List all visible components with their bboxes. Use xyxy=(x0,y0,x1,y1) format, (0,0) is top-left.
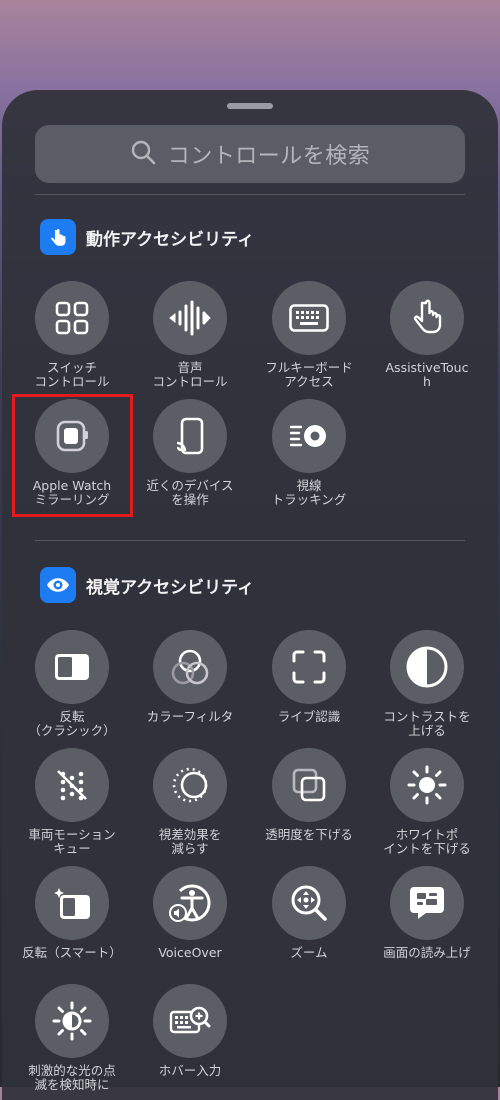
color-filter-icon xyxy=(153,630,227,704)
control-switch-control[interactable]: スイッチ コントロール xyxy=(13,281,131,393)
control-full-keyboard-access[interactable]: フルキーボード アクセス xyxy=(250,281,368,393)
speak-screen-icon xyxy=(390,866,464,940)
control-label: コントラストを 上げる xyxy=(383,709,471,738)
section-header-motor: 動作アクセシビリティ xyxy=(40,219,254,255)
control-reduce-motion[interactable]: 視差効果を 減らす xyxy=(131,748,249,860)
vehicle-motion-icon xyxy=(35,748,109,822)
keyboard-icon xyxy=(272,281,346,355)
section-title: 動作アクセシビリティ xyxy=(86,229,255,250)
control-voiceover[interactable]: VoiceOver xyxy=(131,866,249,978)
sheet-grabber[interactable] xyxy=(227,103,273,109)
section-divider xyxy=(35,540,465,541)
control-vehicle-motion-cues[interactable]: 車両モーション キュー xyxy=(13,748,131,860)
control-label: 透明度を下げる xyxy=(265,827,353,842)
control-label: 刺激的な光の点 滅を検知時に xyxy=(28,1063,116,1092)
selection-highlight xyxy=(12,394,133,517)
dim-flashing-icon xyxy=(35,984,109,1058)
divider xyxy=(35,194,465,195)
control-voice-control[interactable]: 音声 コントロール xyxy=(131,281,249,393)
control-label: 反転 （クラシック） xyxy=(28,709,116,738)
hover-typing-icon xyxy=(153,984,227,1058)
hand-tap-icon xyxy=(40,219,76,255)
invert-classic-icon xyxy=(35,630,109,704)
control-label: スイッチ コントロール xyxy=(34,360,110,389)
control-increase-contrast[interactable]: コントラストを 上げる xyxy=(368,630,486,742)
voiceover-icon xyxy=(153,866,227,940)
section-title: 視覚アクセシビリティ xyxy=(86,577,255,598)
control-reduce-transparency[interactable]: 透明度を下げる xyxy=(250,748,368,860)
waveform-icon xyxy=(153,281,227,355)
control-label: ズーム xyxy=(290,945,328,960)
control-hover-typing[interactable]: ホバー入力 xyxy=(131,984,249,1096)
zoom-icon xyxy=(272,866,346,940)
search-icon xyxy=(130,139,156,169)
reduce-transparency-icon xyxy=(272,748,346,822)
control-label: 視差効果を 減らす xyxy=(158,827,222,856)
invert-smart-icon xyxy=(35,866,109,940)
control-label: ホバー入力 xyxy=(158,1063,222,1078)
control-eye-tracking[interactable]: 視線 トラッキング xyxy=(250,399,368,511)
control-live-recognition[interactable]: ライブ認識 xyxy=(250,630,368,742)
contrast-icon xyxy=(390,630,464,704)
grid-icon xyxy=(35,281,109,355)
control-zoom[interactable]: ズーム xyxy=(250,866,368,978)
control-label: 視線 トラッキング xyxy=(271,478,347,507)
control-label: 反転（スマート） xyxy=(22,945,122,960)
eye-icon xyxy=(40,567,76,603)
control-smart-invert[interactable]: 反転（スマート） xyxy=(13,866,131,978)
control-speak-screen[interactable]: 画面の読み上げ xyxy=(368,866,486,978)
control-label: VoiceOver xyxy=(158,945,222,960)
control-label: 近くのデバイス を操作 xyxy=(146,478,234,507)
section-header-vision: 視覚アクセシビリティ xyxy=(40,567,254,603)
eye-tracking-icon xyxy=(272,399,346,473)
control-assistivetouch[interactable]: AssistiveTouc h xyxy=(368,281,486,393)
brightness-icon xyxy=(390,748,464,822)
control-classic-invert[interactable]: 反転 （クラシック） xyxy=(13,630,131,742)
device-cast-icon xyxy=(153,399,227,473)
control-label: AssistiveTouc h xyxy=(385,360,469,389)
control-reduce-white-point[interactable]: ホワイトポ イントを下げる xyxy=(368,748,486,860)
control-color-filters[interactable]: カラーフィルタ xyxy=(131,630,249,742)
control-label: 画面の読み上げ xyxy=(383,945,471,960)
hand-pointer-icon xyxy=(390,281,464,355)
control-label: 音声 コントロール xyxy=(152,360,228,389)
control-nearby-devices[interactable]: 近くのデバイス を操作 xyxy=(131,399,249,511)
search-field[interactable]: コントロールを検索 xyxy=(35,125,465,183)
control-label: ライブ認識 xyxy=(277,709,341,724)
reduce-motion-icon xyxy=(153,748,227,822)
control-label: ホワイトポ イントを下げる xyxy=(383,827,471,856)
control-dim-flashing-lights[interactable]: 刺激的な光の点 滅を検知時に xyxy=(13,984,131,1096)
search-placeholder: コントロールを検索 xyxy=(167,144,371,169)
control-label: カラーフィルタ xyxy=(146,709,234,724)
control-label: フルキーボード アクセス xyxy=(265,360,353,389)
control-label: 車両モーション キュー xyxy=(28,827,116,856)
viewfinder-icon xyxy=(272,630,346,704)
